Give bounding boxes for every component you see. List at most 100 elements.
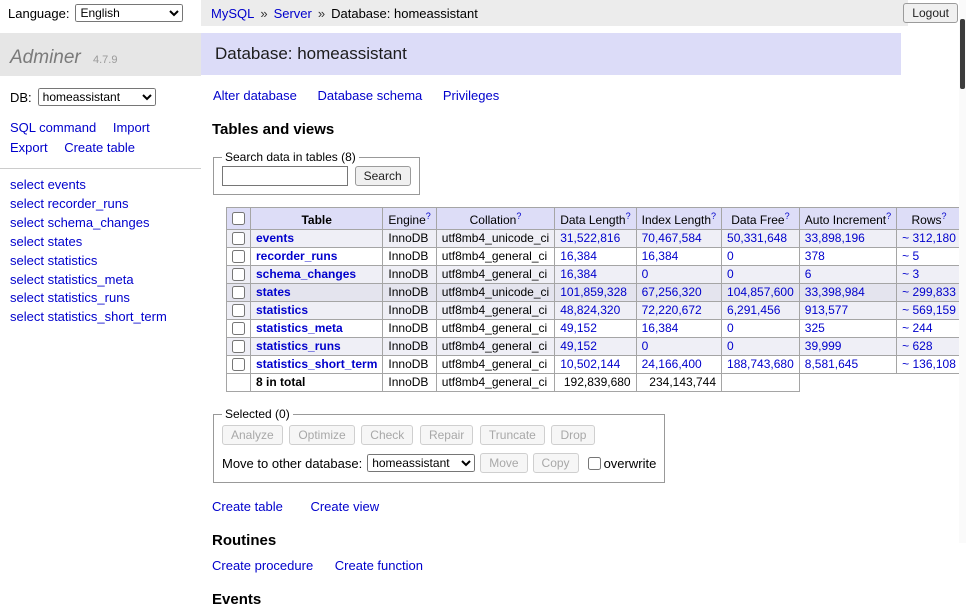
table-name-link[interactable]: statistics_short_term: [256, 357, 377, 371]
data-free-link[interactable]: 0: [727, 249, 734, 263]
sql-command-link[interactable]: SQL command: [10, 118, 96, 138]
auto-increment-link[interactable]: 33,898,196: [805, 231, 865, 245]
data-free-link[interactable]: 50,331,648: [727, 231, 787, 245]
rows-count-link[interactable]: ~ 244: [902, 321, 932, 335]
rows-count-link[interactable]: ~ 3: [902, 267, 919, 281]
row-checkbox[interactable]: [232, 340, 245, 353]
table-name-link[interactable]: schema_changes: [256, 267, 356, 281]
data-free-link[interactable]: 104,857,600: [727, 285, 794, 299]
move-database-select[interactable]: homeassistant: [367, 454, 475, 472]
auto-increment-link[interactable]: 39,999: [805, 339, 842, 353]
table-name-link[interactable]: events: [256, 231, 294, 245]
data-length-link[interactable]: 16,384: [560, 249, 597, 263]
data-length-link[interactable]: 10,502,144: [560, 357, 620, 371]
auto-increment-link[interactable]: 6: [805, 267, 812, 281]
truncate-button[interactable]: Truncate: [480, 425, 545, 445]
help-icon[interactable]: ?: [886, 211, 891, 221]
auto-increment-link[interactable]: 8,581,645: [805, 357, 858, 371]
optimize-button[interactable]: Optimize: [289, 425, 354, 445]
row-checkbox[interactable]: [232, 322, 245, 335]
data-free-link[interactable]: 0: [727, 321, 734, 335]
row-checkbox[interactable]: [232, 268, 245, 281]
index-length-link[interactable]: 0: [642, 339, 649, 353]
alter-database-link[interactable]: Alter database: [213, 88, 297, 103]
language-select[interactable]: English: [75, 4, 183, 22]
data-length-link[interactable]: 49,152: [560, 339, 597, 353]
sidebar-item-select-statistics-runs[interactable]: select statistics_runs: [10, 290, 130, 305]
rows-count-link[interactable]: ~ 312,180: [902, 231, 956, 245]
row-checkbox[interactable]: [232, 304, 245, 317]
import-link[interactable]: Import: [113, 118, 150, 138]
help-icon[interactable]: ?: [785, 211, 790, 221]
data-free-link[interactable]: 0: [727, 339, 734, 353]
rows-count-link[interactable]: ~ 628: [902, 339, 932, 353]
help-icon[interactable]: ?: [426, 211, 431, 221]
auto-increment-link[interactable]: 378: [805, 249, 825, 263]
export-link[interactable]: Export: [10, 138, 48, 158]
check-button[interactable]: Check: [361, 425, 413, 445]
data-length-link[interactable]: 31,522,816: [560, 231, 620, 245]
table-name-link[interactable]: statistics_meta: [256, 321, 343, 335]
help-icon[interactable]: ?: [711, 211, 716, 221]
search-button[interactable]: Search: [355, 166, 411, 186]
index-length-link[interactable]: 16,384: [642, 249, 679, 263]
data-length-link[interactable]: 49,152: [560, 321, 597, 335]
scrollbar-thumb[interactable]: [960, 19, 965, 89]
rows-count-link[interactable]: ~ 569,159: [902, 303, 956, 317]
table-name-link[interactable]: statistics: [256, 303, 308, 317]
analyze-button[interactable]: Analyze: [222, 425, 283, 445]
row-checkbox[interactable]: [232, 232, 245, 245]
help-icon[interactable]: ?: [626, 211, 631, 221]
create-function-link[interactable]: Create function: [335, 558, 423, 573]
sidebar-item-select-statistics[interactable]: select statistics: [10, 253, 97, 268]
create-procedure-link[interactable]: Create procedure: [212, 558, 313, 573]
rows-count-link[interactable]: ~ 136,108: [902, 357, 956, 371]
row-checkbox[interactable]: [232, 286, 245, 299]
index-length-link[interactable]: 24,166,400: [642, 357, 702, 371]
data-free-link[interactable]: 0: [727, 267, 734, 281]
index-length-link[interactable]: 72,220,672: [642, 303, 702, 317]
search-input[interactable]: [222, 166, 348, 186]
overwrite-checkbox[interactable]: [588, 457, 601, 470]
copy-button[interactable]: Copy: [533, 453, 579, 473]
data-free-link[interactable]: 188,743,680: [727, 357, 794, 371]
privileges-link[interactable]: Privileges: [443, 88, 499, 103]
row-checkbox[interactable]: [232, 358, 245, 371]
rows-count-link[interactable]: ~ 299,833: [902, 285, 956, 299]
select-all-checkbox[interactable]: [232, 212, 245, 225]
index-length-link[interactable]: 16,384: [642, 321, 679, 335]
database-schema-link[interactable]: Database schema: [317, 88, 422, 103]
db-select[interactable]: homeassistant: [38, 88, 156, 106]
index-length-link[interactable]: 70,467,584: [642, 231, 702, 245]
sidebar-item-select-states[interactable]: select states: [10, 234, 82, 249]
auto-increment-link[interactable]: 33,398,984: [805, 285, 865, 299]
index-length-link[interactable]: 67,256,320: [642, 285, 702, 299]
sidebar-item-select-recorder-runs[interactable]: select recorder_runs: [10, 196, 129, 211]
data-length-link[interactable]: 16,384: [560, 267, 597, 281]
row-checkbox[interactable]: [232, 250, 245, 263]
vertical-scrollbar[interactable]: [959, 0, 966, 543]
auto-increment-link[interactable]: 913,577: [805, 303, 848, 317]
create-view-link[interactable]: Create view: [310, 499, 379, 514]
adminer-logo[interactable]: Adminer: [10, 47, 81, 68]
index-length-link[interactable]: 0: [642, 267, 649, 281]
data-free-link[interactable]: 6,291,456: [727, 303, 780, 317]
logout-button[interactable]: Logout: [903, 3, 958, 23]
drop-button[interactable]: Drop: [551, 425, 595, 445]
sidebar-item-select-statistics-meta[interactable]: select statistics_meta: [10, 272, 134, 287]
breadcrumb-mysql[interactable]: MySQL: [211, 6, 254, 21]
help-icon[interactable]: ?: [516, 211, 521, 221]
table-name-link[interactable]: statistics_runs: [256, 339, 341, 353]
rows-count-link[interactable]: ~ 5: [902, 249, 919, 263]
sidebar-item-select-statistics-short-term[interactable]: select statistics_short_term: [10, 309, 167, 324]
auto-increment-link[interactable]: 325: [805, 321, 825, 335]
table-name-link[interactable]: recorder_runs: [256, 249, 337, 263]
table-name-link[interactable]: states: [256, 285, 291, 299]
move-button[interactable]: Move: [480, 453, 527, 473]
breadcrumb-server[interactable]: Server: [274, 6, 312, 21]
data-length-link[interactable]: 48,824,320: [560, 303, 620, 317]
repair-button[interactable]: Repair: [420, 425, 473, 445]
sidebar-item-select-schema-changes[interactable]: select schema_changes: [10, 215, 149, 230]
sidebar-item-select-events[interactable]: select events: [10, 177, 86, 192]
data-length-link[interactable]: 101,859,328: [560, 285, 627, 299]
